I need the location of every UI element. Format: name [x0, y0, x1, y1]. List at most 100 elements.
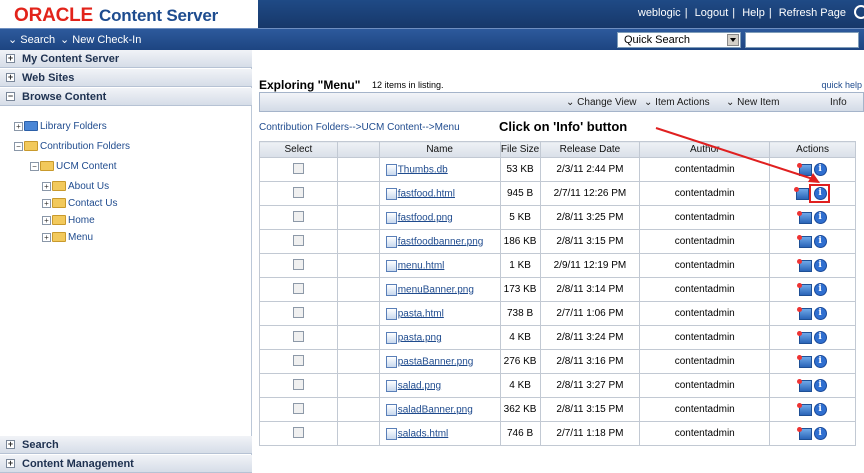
quick-help-link[interactable]: quick help: [821, 80, 862, 90]
collapse-icon[interactable]: −: [14, 141, 23, 151]
section-web-sites[interactable]: + Web Sites: [0, 69, 252, 87]
search-input[interactable]: [745, 32, 859, 48]
collapse-icon[interactable]: −: [30, 161, 39, 171]
folder-icon: [52, 198, 66, 209]
breadcrumb[interactable]: Contribution Folders-->UCM Content-->Men…: [259, 122, 460, 133]
info-icon[interactable]: i: [813, 355, 827, 368]
file-link[interactable]: salads.html: [398, 428, 449, 439]
edit-icon[interactable]: [796, 210, 812, 224]
col-name[interactable]: Name: [378, 141, 501, 158]
dropdown-arrow-icon[interactable]: [727, 34, 739, 46]
section-content-management[interactable]: + Content Management: [0, 455, 252, 473]
select-checkbox[interactable]: [292, 426, 304, 438]
collapse-icon[interactable]: −: [6, 92, 15, 101]
tree-contribution-folders[interactable]: − Contribution Folders: [14, 141, 130, 152]
select-checkbox[interactable]: [292, 186, 304, 198]
info-icon[interactable]: i: [813, 427, 827, 440]
file-link[interactable]: pasta.html: [398, 308, 444, 319]
col-file-size[interactable]: File Size: [499, 141, 541, 158]
info-icon[interactable]: i: [813, 379, 827, 392]
edit-icon[interactable]: [796, 378, 812, 392]
select-checkbox[interactable]: [292, 354, 304, 366]
chevron-down-icon: ⌄: [644, 97, 653, 108]
item-actions-button[interactable]: ⌄ Item Actions: [644, 97, 710, 108]
expand-icon[interactable]: +: [42, 181, 51, 191]
link-logout[interactable]: Logout: [695, 7, 729, 19]
tree-home[interactable]: + Home: [42, 215, 95, 226]
file-link[interactable]: Thumbs.db: [398, 164, 448, 175]
section-browse-content[interactable]: − Browse Content: [0, 88, 252, 106]
document-icon: [385, 163, 397, 176]
select-checkbox[interactable]: [292, 258, 304, 270]
name-cell: fastfood.png: [378, 205, 501, 230]
select-checkbox[interactable]: [292, 162, 304, 174]
tree-about-us[interactable]: + About Us: [42, 181, 109, 192]
file-size-cell: 173 KB: [499, 277, 541, 302]
expand-icon[interactable]: +: [6, 440, 15, 449]
info-button[interactable]: Info: [830, 97, 847, 108]
link-help[interactable]: Help: [742, 7, 765, 19]
tree-ucm-content[interactable]: − UCM Content: [30, 161, 117, 172]
expand-icon[interactable]: +: [14, 121, 23, 131]
edit-icon[interactable]: [796, 306, 812, 320]
expand-icon[interactable]: +: [6, 459, 15, 468]
file-link[interactable]: fastfoodbanner.png: [398, 236, 484, 247]
file-link[interactable]: pastaBanner.png: [398, 356, 474, 367]
expand-icon[interactable]: +: [42, 198, 51, 208]
select-checkbox[interactable]: [292, 378, 304, 390]
author-cell: contentadmin: [639, 277, 771, 302]
expand-icon[interactable]: +: [6, 73, 15, 82]
section-my-content-server[interactable]: + My Content Server: [0, 50, 252, 68]
chevron-down-icon: ⌄: [60, 34, 70, 46]
info-icon[interactable]: i: [813, 187, 827, 200]
new-item-button[interactable]: ⌄ New Item: [726, 97, 779, 108]
quick-search-select[interactable]: Quick Search: [617, 32, 741, 48]
file-link[interactable]: fastfood.html: [398, 188, 455, 199]
info-icon[interactable]: i: [813, 235, 827, 248]
section-search[interactable]: + Search: [0, 436, 252, 454]
file-link[interactable]: salad.png: [398, 380, 441, 391]
tree-contact-us[interactable]: + Contact Us: [42, 198, 117, 209]
select-checkbox[interactable]: [292, 306, 304, 318]
info-icon[interactable]: i: [813, 307, 827, 320]
link-refresh[interactable]: Refresh Page: [779, 7, 846, 19]
col-author[interactable]: Author: [639, 141, 771, 158]
edit-icon[interactable]: [796, 258, 812, 272]
file-link[interactable]: saladBanner.png: [398, 404, 473, 415]
change-view-button[interactable]: ⌄ Change View: [566, 97, 636, 108]
tree-library-folders[interactable]: + Library Folders: [14, 121, 107, 132]
menu-new-checkin[interactable]: ⌄ New Check-In: [60, 33, 141, 46]
author-cell: contentadmin: [639, 229, 771, 254]
info-icon[interactable]: i: [813, 403, 827, 416]
info-icon[interactable]: i: [813, 211, 827, 224]
edit-icon[interactable]: [796, 426, 812, 440]
select-checkbox[interactable]: [292, 330, 304, 342]
file-link[interactable]: pasta.png: [398, 332, 442, 343]
expand-icon[interactable]: +: [42, 232, 51, 242]
select-checkbox[interactable]: [292, 282, 304, 294]
expand-icon[interactable]: +: [6, 54, 15, 63]
edit-icon[interactable]: [796, 282, 812, 296]
table-row: pastaBanner.png 276 KB 2/8/11 3:16 PM conte…: [259, 349, 856, 374]
edit-icon[interactable]: [796, 354, 812, 368]
edit-icon[interactable]: [796, 330, 812, 344]
edit-icon[interactable]: [793, 186, 809, 200]
info-icon[interactable]: i: [813, 259, 827, 272]
file-link[interactable]: menuBanner.png: [398, 284, 474, 295]
info-icon[interactable]: i: [813, 283, 827, 296]
menu-search[interactable]: ⌄ Search: [8, 33, 55, 46]
select-checkbox[interactable]: [292, 210, 304, 222]
file-link[interactable]: menu.html: [398, 260, 445, 271]
link-user[interactable]: weblogic: [638, 7, 681, 19]
select-checkbox[interactable]: [292, 234, 304, 246]
edit-icon[interactable]: [796, 162, 812, 176]
info-icon[interactable]: i: [813, 163, 827, 176]
select-checkbox[interactable]: [292, 402, 304, 414]
tree-menu[interactable]: + Menu: [42, 232, 93, 243]
col-release-date[interactable]: Release Date: [539, 141, 641, 158]
info-icon[interactable]: i: [813, 331, 827, 344]
expand-icon[interactable]: +: [42, 215, 51, 225]
edit-icon[interactable]: [796, 234, 812, 248]
file-link[interactable]: fastfood.png: [398, 212, 453, 223]
edit-icon[interactable]: [796, 402, 812, 416]
